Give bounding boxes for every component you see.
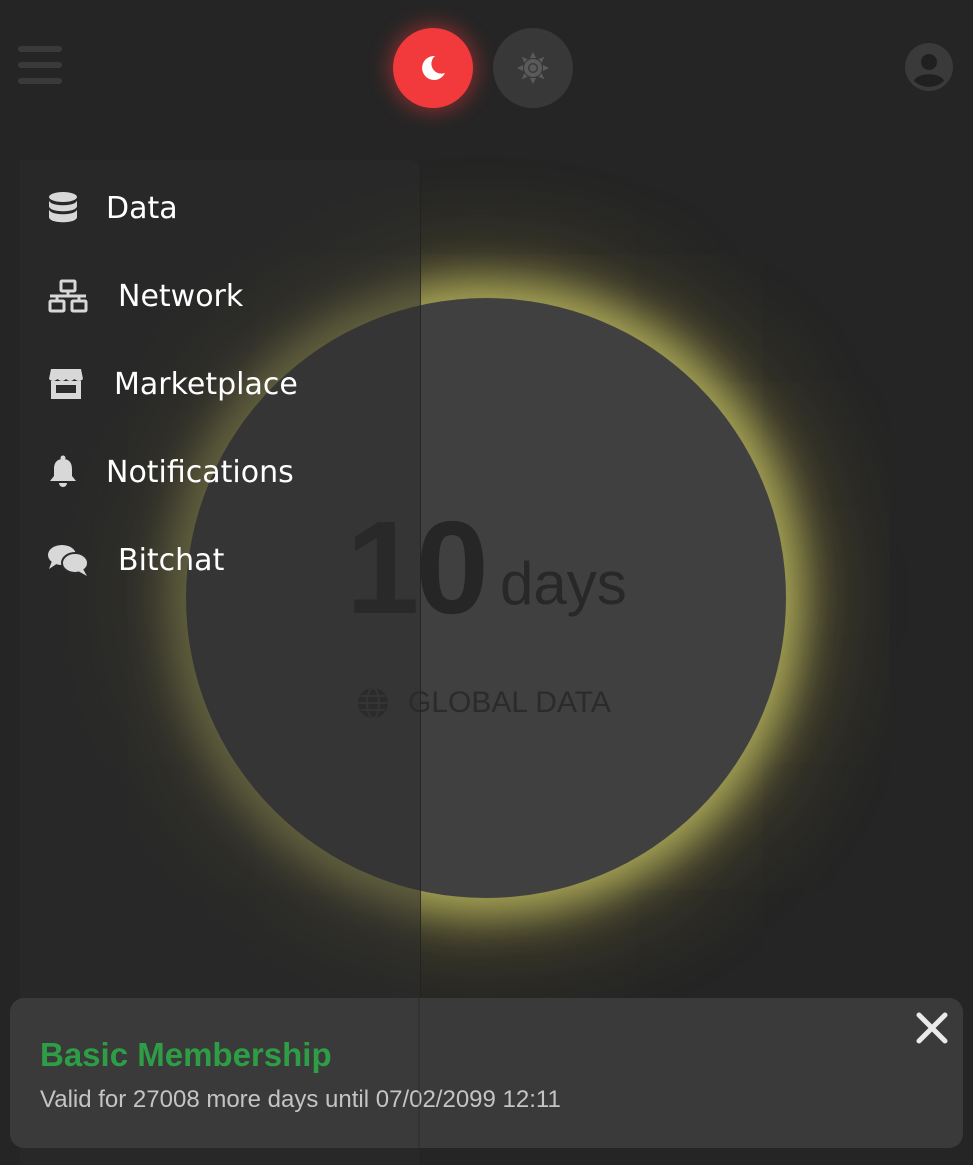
sun-icon [517, 52, 549, 84]
light-theme-button[interactable] [493, 28, 573, 108]
counter-caption-text: GLOBAL DATA [408, 686, 611, 719]
network-icon [46, 279, 90, 313]
counter-unit: days [500, 550, 627, 617]
sidebar-item-label: Notifications [106, 454, 294, 490]
sidebar-item-label: Marketplace [114, 366, 298, 402]
membership-title: Basic Membership [40, 1036, 332, 1073]
hamburger-line [18, 78, 62, 84]
sidebar-item-bitchat[interactable]: Bitchat [46, 535, 224, 585]
sidebar-item-marketplace[interactable]: Marketplace [46, 359, 298, 409]
drawer-edge [418, 998, 420, 1165]
dark-theme-button[interactable] [393, 28, 473, 108]
sidebar-item-data[interactable]: Data [46, 183, 178, 233]
close-button[interactable] [914, 1010, 950, 1046]
profile-button[interactable] [905, 43, 953, 91]
store-icon [46, 367, 86, 401]
chat-bubbles-icon [46, 543, 90, 577]
sidebar-item-label: Network [118, 278, 244, 314]
app-screen: 10 days GLOBAL DATA [0, 0, 973, 1165]
hamburger-line [18, 46, 62, 52]
hamburger-line [18, 62, 62, 68]
sidebar-item-notifications[interactable]: Notifications [46, 447, 294, 497]
sidebar-item-label: Bitchat [118, 542, 225, 578]
database-icon [46, 192, 80, 224]
sidebar-item-label: Data [106, 190, 178, 226]
moon-icon [422, 55, 445, 80]
sidebar-item-network[interactable]: Network [46, 271, 243, 321]
user-icon [905, 43, 953, 91]
hamburger-icon[interactable] [18, 46, 62, 86]
bell-icon [46, 455, 80, 489]
membership-toast: Basic Membership Valid for 27008 more da… [10, 998, 963, 1148]
close-icon [916, 1012, 948, 1044]
membership-detail: Valid for 27008 more days until 07/02/20… [40, 1086, 561, 1113]
